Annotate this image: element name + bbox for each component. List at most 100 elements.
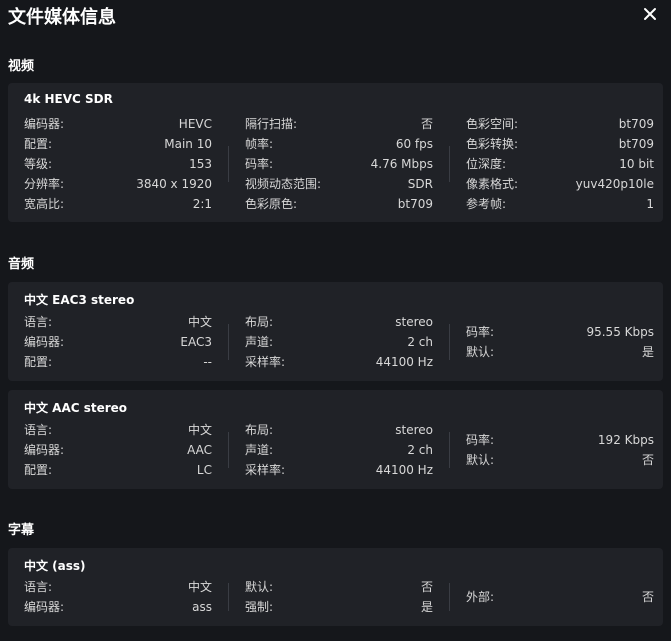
info-value: EAC3 [180,335,212,349]
info-key: 色彩空间: [466,117,519,131]
audio-col-2: 布局: stereo 声道: 2 ch 采样率: 44100 Hz [245,312,433,372]
info-key: 隔行扫描: [245,117,298,131]
info-row: 编码器: AAC [24,440,212,460]
info-value: 2 ch [407,335,433,349]
info-row: 布局: stereo [245,420,433,440]
info-key: 编码器: [24,600,65,614]
column-divider [228,324,229,360]
info-key: 位深度: [466,157,507,171]
info-value: SDR [407,177,433,191]
info-value: HEVC [178,117,212,131]
info-row: 帧率: 60 fps [245,134,433,154]
subtitle-col-1: 语言: 中文 编码器: ass [24,577,212,617]
subtitle-card: 中文 (ass) 语言: 中文 编码器: ass 默认: 否 强制: 是 外部: 否 [8,548,663,626]
info-row: 分辨率: 3840 x 1920 [24,174,212,194]
info-value: 否 [641,453,654,467]
info-value: 192 Kbps [597,433,654,447]
info-value: 是 [641,345,654,359]
info-key: 色彩原色: [245,197,298,211]
audio-col-1: 语言: 中文 编码器: AAC 配置: LC [24,420,212,480]
info-value: 否 [641,590,654,604]
info-key: 外部: [466,590,495,604]
info-value: 95.55 Kbps [586,325,654,339]
column-divider [228,583,229,611]
info-row: 布局: stereo [245,312,433,332]
info-row: 外部: 否 [466,587,654,607]
audio-col-3: 码率: 192 Kbps 默认: 否 [466,420,654,480]
info-key: 分辨率: [24,177,65,191]
info-value: 10 bit [619,157,654,171]
dialog-title: 文件媒体信息 [8,7,116,28]
info-key: 编码器: [24,117,65,131]
info-key: 布局: [245,423,274,437]
info-value: 否 [420,580,433,594]
info-row: 编码器: HEVC [24,114,212,134]
info-value: bt709 [397,197,433,211]
info-row: 等级: 153 [24,154,212,174]
info-value: 3840 x 1920 [136,177,212,191]
info-key: 参考帧: [466,197,507,211]
column-divider [449,432,450,468]
column-divider [228,146,229,182]
info-key: 声道: [245,335,274,349]
section-title-audio: 音频 [8,257,35,272]
info-key: 采样率: [245,463,286,477]
info-key: 编码器: [24,443,65,457]
info-row: 语言: 中文 [24,312,212,332]
info-row: 默认: 否 [466,450,654,470]
info-row: 强制: 是 [245,597,433,617]
info-row: 声道: 2 ch [245,440,433,460]
info-value: Main 10 [164,137,212,151]
info-value: 2 ch [407,443,433,457]
info-value: 60 fps [395,137,433,151]
info-row: 默认: 是 [466,342,654,362]
info-key: 宽高比: [24,197,65,211]
info-row: 声道: 2 ch [245,332,433,352]
video-col-3: 色彩空间: bt709 色彩转换: bt709 位深度: 10 bit 像素格式: yu… [466,114,654,214]
info-value: ass [192,600,212,614]
info-key: 声道: [245,443,274,457]
info-key: 语言: [24,423,53,437]
info-key: 码率: [466,325,495,339]
video-card-title: 4k HEVC SDR [24,92,113,106]
subtitle-col-3: 外部: 否 [466,577,654,617]
info-value: 2:1 [192,197,212,211]
audio-card-title: 中文 EAC3 stereo [24,293,135,307]
video-card: 4k HEVC SDR 编码器: HEVC 配置: Main 10 等级: 153 分… [8,83,663,222]
info-row: 默认: 否 [245,577,433,597]
info-value: 1 [646,197,654,211]
info-key: 布局: [245,315,274,329]
info-key: 语言: [24,580,53,594]
info-key: 默认: [466,345,495,359]
info-value: 中文 [187,580,212,594]
info-row: 语言: 中文 [24,577,212,597]
info-value: 否 [420,117,433,131]
info-key: 默认: [245,580,274,594]
info-key: 编码器: [24,335,65,349]
info-value: 中文 [187,423,212,437]
info-value: AAC [187,443,212,457]
audio-card-title: 中文 AAC stereo [24,401,128,415]
info-row: 像素格式: yuv420p10le [466,174,654,194]
info-row: 码率: 95.55 Kbps [466,322,654,342]
subtitle-col-2: 默认: 否 强制: 是 [245,577,433,617]
info-key: 配置: [24,137,53,151]
info-row: 宽高比: 2:1 [24,194,212,214]
info-key: 采样率: [245,355,286,369]
info-value: -- [203,355,212,369]
audio-col-3: 码率: 95.55 Kbps 默认: 是 [466,312,654,372]
audio-card: 中文 AAC stereo 语言: 中文 编码器: AAC 配置: LC 布局: ste… [8,390,663,489]
close-button[interactable] [643,7,657,21]
info-value: 44100 Hz [375,463,433,477]
info-row: 编码器: ass [24,597,212,617]
column-divider [228,432,229,468]
info-row: 采样率: 44100 Hz [245,460,433,480]
info-key: 帧率: [245,137,274,151]
info-value: 4.76 Mbps [370,157,433,171]
info-value: stereo [395,315,433,329]
info-row: 配置: -- [24,352,212,372]
info-row: 码率: 4.76 Mbps [245,154,433,174]
info-value: 153 [189,157,212,171]
info-row: 语言: 中文 [24,420,212,440]
audio-col-2: 布局: stereo 声道: 2 ch 采样率: 44100 Hz [245,420,433,480]
